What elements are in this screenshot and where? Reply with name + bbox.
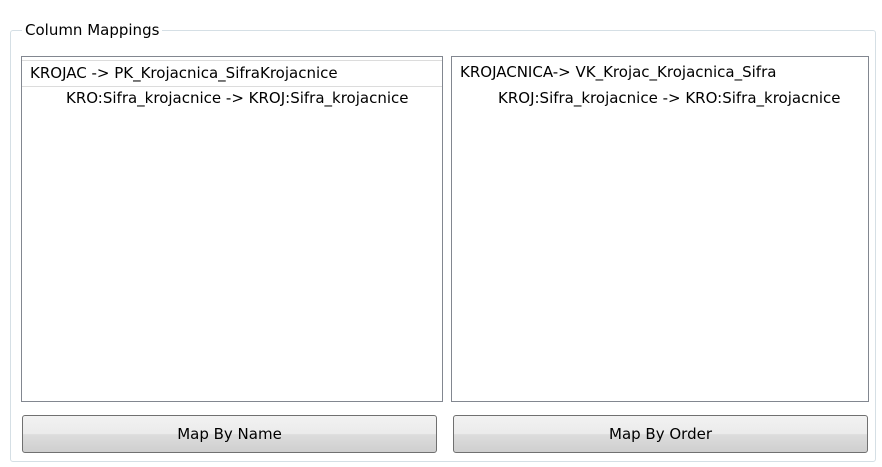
map-by-order-button[interactable]: Map By Order [453,415,868,453]
group-title: Column Mappings [22,19,163,41]
left-tree-child-item[interactable]: KRO:Sifra_krojacnice -> KROJ:Sifra_kroja… [22,87,442,110]
right-tree-parent-item[interactable]: KROJACNICA-> VK_Krojac_Krojacnica_Sifra [452,61,868,84]
left-mapping-tree[interactable]: KROJAC -> PK_Krojacnica_SifraKrojacnice … [21,56,443,402]
right-mapping-tree[interactable]: KROJACNICA-> VK_Krojac_Krojacnica_Sifra … [451,56,869,402]
right-tree-child-item[interactable]: KROJ:Sifra_krojacnice -> KRO:Sifra_kroja… [452,87,868,110]
left-tree-parent-item[interactable]: KROJAC -> PK_Krojacnica_SifraKrojacnice [22,60,442,87]
map-by-name-button[interactable]: Map By Name [22,415,437,453]
